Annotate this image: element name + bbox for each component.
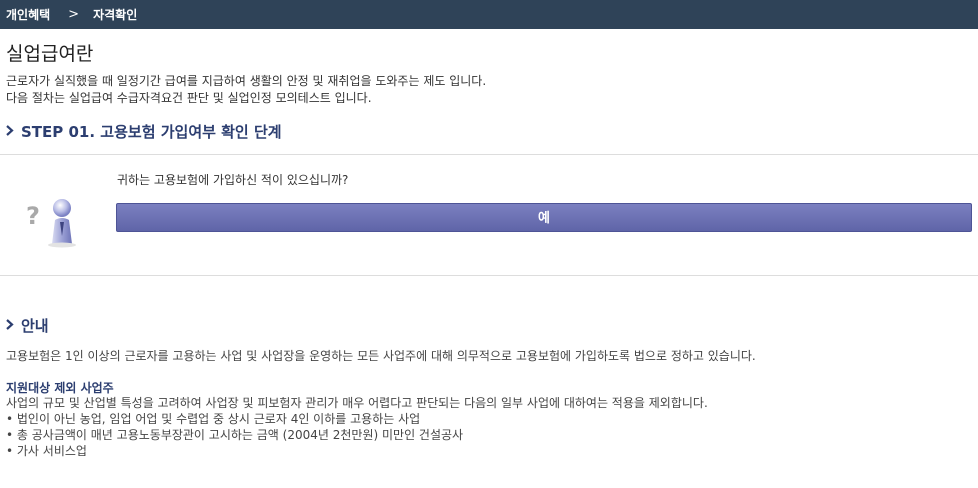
svg-text:?: ? — [26, 202, 40, 230]
page-title: 실업급여란 — [6, 43, 94, 65]
breadcrumb-item-benefits[interactable]: 개인혜택 — [6, 6, 50, 23]
chevron-right-icon — [6, 318, 18, 334]
divider — [0, 275, 978, 276]
breadcrumb-separator: > — [68, 7, 80, 22]
excluded-employers-list: 사업의 규모 및 산업별 특성을 고려하여 사업장 및 피보험자 관리가 매우 … — [6, 395, 708, 459]
list-item: • 가사 서비스업 — [6, 444, 87, 458]
breadcrumb-item-eligibility[interactable]: 자격확인 — [93, 6, 137, 23]
page-description: 근로자가 실직했을 때 일정기간 급여를 지급하여 생활의 안정 및 재취업을 … — [6, 73, 486, 107]
info-title: 안내 — [6, 315, 49, 336]
yes-button[interactable]: 예 — [116, 203, 972, 232]
question-person-icon: ? — [24, 196, 78, 248]
info-intro: 고용보험은 1인 이상의 근로자를 고용하는 사업 및 사업장을 운영하는 모든… — [6, 349, 756, 363]
list-item: • 총 공사금액이 매년 고용노동부장관이 고시하는 금액 (2004년 2천만… — [6, 428, 464, 442]
question-text: 귀하는 고용보험에 가입하신 적이 있으십니까? — [117, 173, 349, 187]
excluded-employers-heading: 지원대상 제외 사업주 — [6, 381, 114, 395]
step-title: STEP 01. 고용보험 가입여부 확인 단계 — [6, 121, 282, 142]
list-item: 사업의 규모 및 산업별 특성을 고려하여 사업장 및 피보험자 관리가 매우 … — [6, 396, 708, 410]
list-item: • 법인이 아닌 농업, 임업 어업 및 수렵업 중 상시 근로자 4인 이하를… — [6, 412, 421, 426]
description-line: 다음 절차는 실업급여 수급자격요건 판단 및 실업인정 모의테스트 입니다. — [6, 91, 372, 105]
step-title-text: STEP 01. 고용보험 가입여부 확인 단계 — [21, 123, 282, 141]
chevron-right-icon — [6, 124, 18, 140]
breadcrumb: 개인혜택 > 자격확인 — [0, 0, 978, 29]
info-title-text: 안내 — [21, 317, 49, 335]
divider — [0, 154, 978, 155]
description-line: 근로자가 실직했을 때 일정기간 급여를 지급하여 생활의 안정 및 재취업을 … — [6, 74, 487, 88]
